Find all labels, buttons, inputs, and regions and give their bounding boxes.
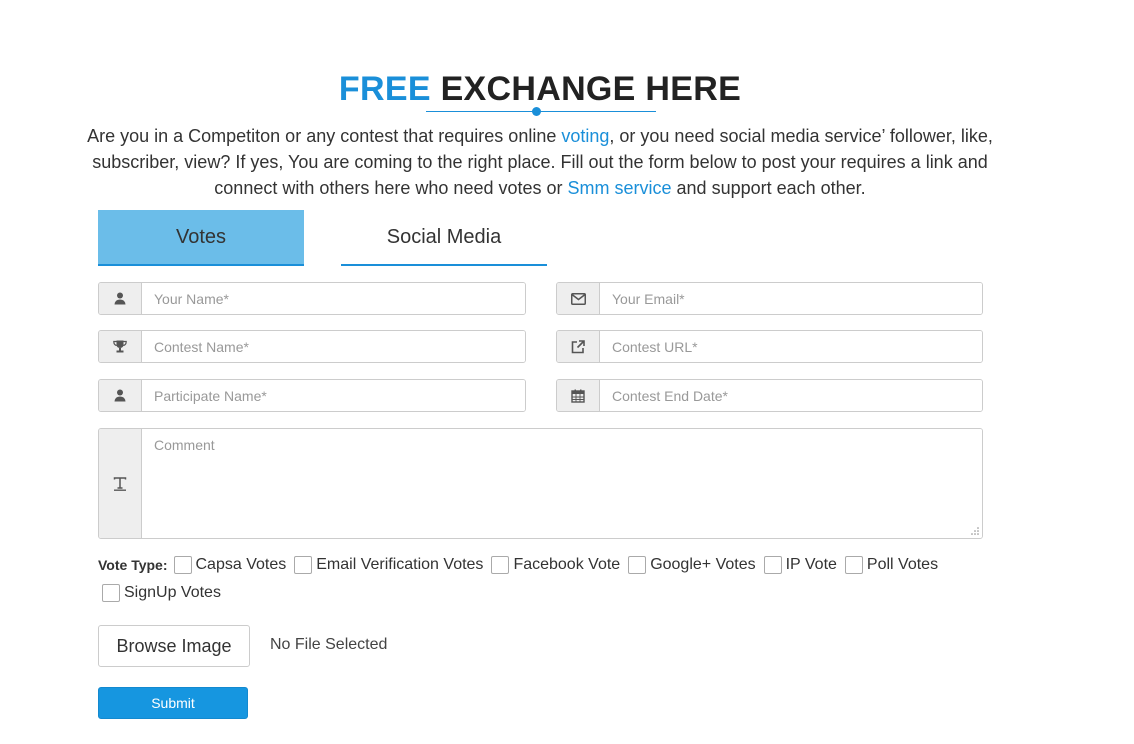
submit-button[interactable]: Submit [98, 687, 248, 719]
checkbox-box[interactable] [491, 556, 510, 574]
calendar-icon [557, 380, 600, 411]
vote-type-row-2: SignUp Votes [102, 584, 229, 602]
tab-social-media[interactable]: Social Media [341, 210, 547, 266]
participate-name-field [98, 379, 526, 412]
checkbox-box[interactable] [173, 556, 192, 574]
user-icon [99, 380, 142, 411]
participate-name-input[interactable] [142, 380, 525, 411]
page-title: FREE EXCHANGE HERE [0, 70, 1080, 109]
external-link-icon [557, 331, 600, 362]
checkbox-box[interactable] [628, 556, 647, 574]
user-icon [99, 283, 142, 314]
contest-url-field [556, 330, 983, 363]
checkbox-box[interactable] [763, 556, 782, 574]
title-underline [426, 111, 656, 112]
comment-field [98, 428, 983, 539]
checkbox-facebook-vote[interactable]: Facebook Vote [491, 556, 620, 574]
contest-name-input[interactable] [142, 331, 525, 362]
checkbox-capsa-votes[interactable]: Capsa Votes [173, 556, 287, 574]
intro-paragraph: Are you in a Competiton or any contest t… [60, 123, 1020, 201]
your-name-input[interactable] [142, 283, 525, 314]
checkbox-label: SignUp Votes [124, 584, 221, 601]
file-status-text: No File Selected [270, 636, 388, 653]
checkbox-google-votes[interactable]: Google+ Votes [628, 556, 756, 574]
checkbox-signup-votes[interactable]: SignUp Votes [102, 584, 221, 602]
browse-image-button[interactable]: Browse Image [98, 625, 250, 667]
vote-type-row: Vote Type: Capsa Votes Email Verificatio… [98, 556, 946, 574]
trophy-icon [99, 331, 142, 362]
checkbox-ip-vote[interactable]: IP Vote [763, 556, 837, 574]
your-name-field [98, 282, 526, 315]
checkbox-label: Facebook Vote [513, 556, 621, 573]
checkbox-box[interactable] [294, 556, 313, 574]
envelope-icon [557, 283, 600, 314]
your-email-input[interactable] [600, 283, 982, 314]
checkbox-box[interactable] [102, 584, 120, 602]
checkbox-box[interactable] [844, 556, 863, 574]
intro-text-1: Are you in a Competiton or any contest t… [87, 126, 562, 146]
tab-votes[interactable]: Votes [98, 210, 304, 266]
contest-end-date-field [556, 379, 983, 412]
contest-name-field [98, 330, 526, 363]
checkbox-label: Capsa Votes [195, 556, 287, 573]
checkbox-label: Email Verification Votes [316, 556, 484, 573]
checkbox-label: Poll Votes [866, 556, 939, 573]
checkbox-poll-votes[interactable]: Poll Votes [844, 556, 939, 574]
smm-service-link[interactable]: Smm service [568, 178, 672, 198]
title-rest: EXCHANGE HERE [440, 70, 742, 108]
checkbox-email-verification-votes[interactable]: Email Verification Votes [294, 556, 483, 574]
title-underline-dot [532, 107, 541, 116]
vote-type-label: Vote Type: [98, 557, 168, 573]
checkbox-label: Google+ Votes [650, 556, 756, 573]
title-accent: FREE [338, 70, 431, 108]
text-icon [99, 429, 142, 538]
contest-url-input[interactable] [600, 331, 982, 362]
intro-text-3: and support each other. [671, 178, 866, 198]
voting-link[interactable]: voting [561, 126, 609, 146]
your-email-field [556, 282, 983, 315]
checkbox-label: IP Vote [785, 556, 837, 573]
contest-end-date-input[interactable] [600, 380, 982, 411]
comment-textarea[interactable] [142, 429, 982, 538]
resize-grip-icon[interactable] [971, 527, 979, 535]
